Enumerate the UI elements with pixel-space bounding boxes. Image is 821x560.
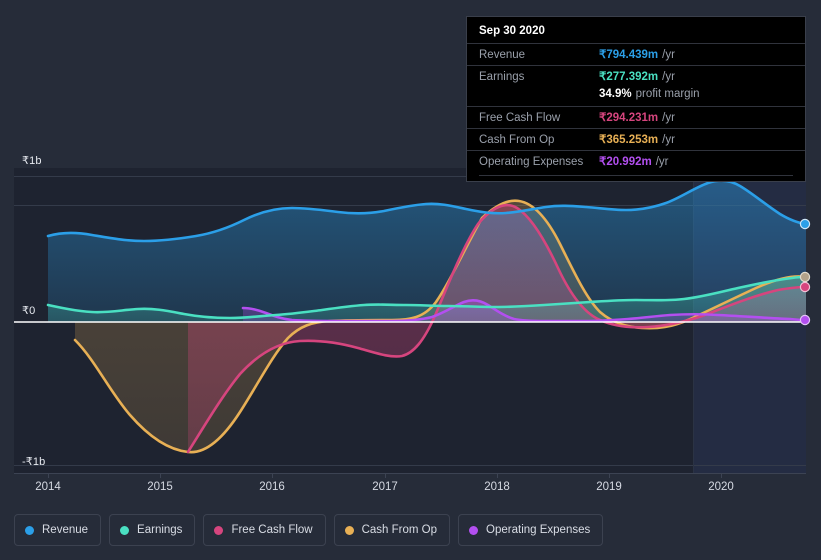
legend-label-free-cash-flow: Free Cash Flow — [231, 524, 313, 536]
x-axis-label-2018: 2018 — [484, 481, 510, 493]
legend-dot-free-cash-flow-icon — [214, 525, 224, 535]
tooltip-bottom-divider — [479, 175, 793, 176]
tooltip-unit-operating-expenses: /yr — [655, 156, 669, 168]
tooltip-value-earnings: ₹277.392m — [599, 71, 659, 83]
x-axis-label-2014: 2014 — [35, 481, 61, 493]
tooltip-value-revenue: ₹794.439m — [599, 49, 659, 61]
tooltip-row-profit-margin: 34.9% profit margin — [467, 87, 805, 106]
chart-tooltip: Sep 30 2020 Revenue ₹794.439m /yr Earnin… — [466, 16, 806, 182]
legend-label-revenue: Revenue — [42, 524, 89, 536]
legend-item-cash-from-op[interactable]: Cash From Op — [333, 514, 451, 546]
x-axis-label-2020: 2020 — [708, 481, 734, 493]
legend-item-revenue[interactable]: Revenue — [14, 514, 102, 546]
tooltip-label-cash-from-op: Cash From Op — [479, 134, 555, 146]
y-axis-label-top: ₹1b — [22, 155, 42, 167]
tooltip-row-free-cash-flow: Free Cash Flow ₹294.231m /yr — [467, 106, 805, 128]
tooltip-value-operating-expenses: ₹20.992m — [599, 156, 652, 168]
x-axis-label-2015: 2015 — [147, 481, 173, 493]
legend-dot-earnings-icon — [120, 525, 130, 535]
y-axis-label-bottom: -₹1b — [22, 456, 46, 468]
tooltip-value-free-cash-flow: ₹294.231m — [599, 112, 659, 124]
x-axis-label-2016: 2016 — [259, 481, 285, 493]
x-axis-label-2017: 2017 — [372, 481, 398, 493]
endpoint-cash-from-op[interactable] — [799, 271, 811, 283]
tooltip-unit-cash-from-op: /yr — [662, 134, 675, 146]
tooltip-label-earnings: Earnings — [479, 71, 525, 83]
tooltip-date: Sep 30 2020 — [479, 25, 545, 37]
legend-label-cash-from-op: Cash From Op — [361, 524, 438, 536]
legend-item-free-cash-flow[interactable]: Free Cash Flow — [203, 514, 326, 546]
endpoint-free-cash-flow[interactable] — [799, 281, 811, 293]
financial-performance-chart: ₹1b ₹0 -₹1b 2014 2015 2016 2017 2018 201… — [0, 0, 821, 560]
tooltip-unit-free-cash-flow: /yr — [662, 112, 675, 124]
tooltip-value-profit-margin: 34.9% — [599, 88, 632, 100]
endpoint-revenue[interactable] — [799, 218, 811, 230]
legend-dot-operating-expenses-icon — [469, 525, 479, 535]
tooltip-label-free-cash-flow: Free Cash Flow — [479, 112, 561, 124]
endpoint-operating-expenses[interactable] — [799, 314, 811, 326]
legend-item-operating-expenses[interactable]: Operating Expenses — [458, 514, 604, 546]
tooltip-unit-earnings: /yr — [662, 71, 675, 83]
tooltip-row-cash-from-op: Cash From Op ₹365.253m /yr — [467, 128, 805, 150]
tooltip-row-earnings: Earnings ₹277.392m /yr — [467, 65, 805, 87]
y-axis-label-zero: ₹0 — [22, 305, 36, 317]
tooltip-label-revenue: Revenue — [479, 49, 526, 61]
legend-label-earnings: Earnings — [137, 524, 183, 536]
tooltip-value-cash-from-op: ₹365.253m — [599, 134, 659, 146]
chart-legend: Revenue Earnings Free Cash Flow Cash Fro… — [14, 514, 604, 546]
tooltip-row-operating-expenses: Operating Expenses ₹20.992m /yr — [467, 150, 805, 172]
tooltip-row-revenue: Revenue ₹794.439m /yr — [467, 43, 805, 65]
legend-item-earnings[interactable]: Earnings — [109, 514, 196, 546]
tooltip-label-operating-expenses: Operating Expenses — [479, 156, 584, 168]
legend-dot-cash-from-op-icon — [344, 525, 354, 535]
legend-dot-revenue-icon — [25, 525, 34, 535]
tooltip-unit-revenue: /yr — [662, 49, 675, 61]
x-axis-label-2019: 2019 — [596, 481, 622, 493]
tooltip-unit-profit-margin: profit margin — [635, 88, 700, 100]
legend-label-operating-expenses: Operating Expenses — [486, 524, 591, 536]
